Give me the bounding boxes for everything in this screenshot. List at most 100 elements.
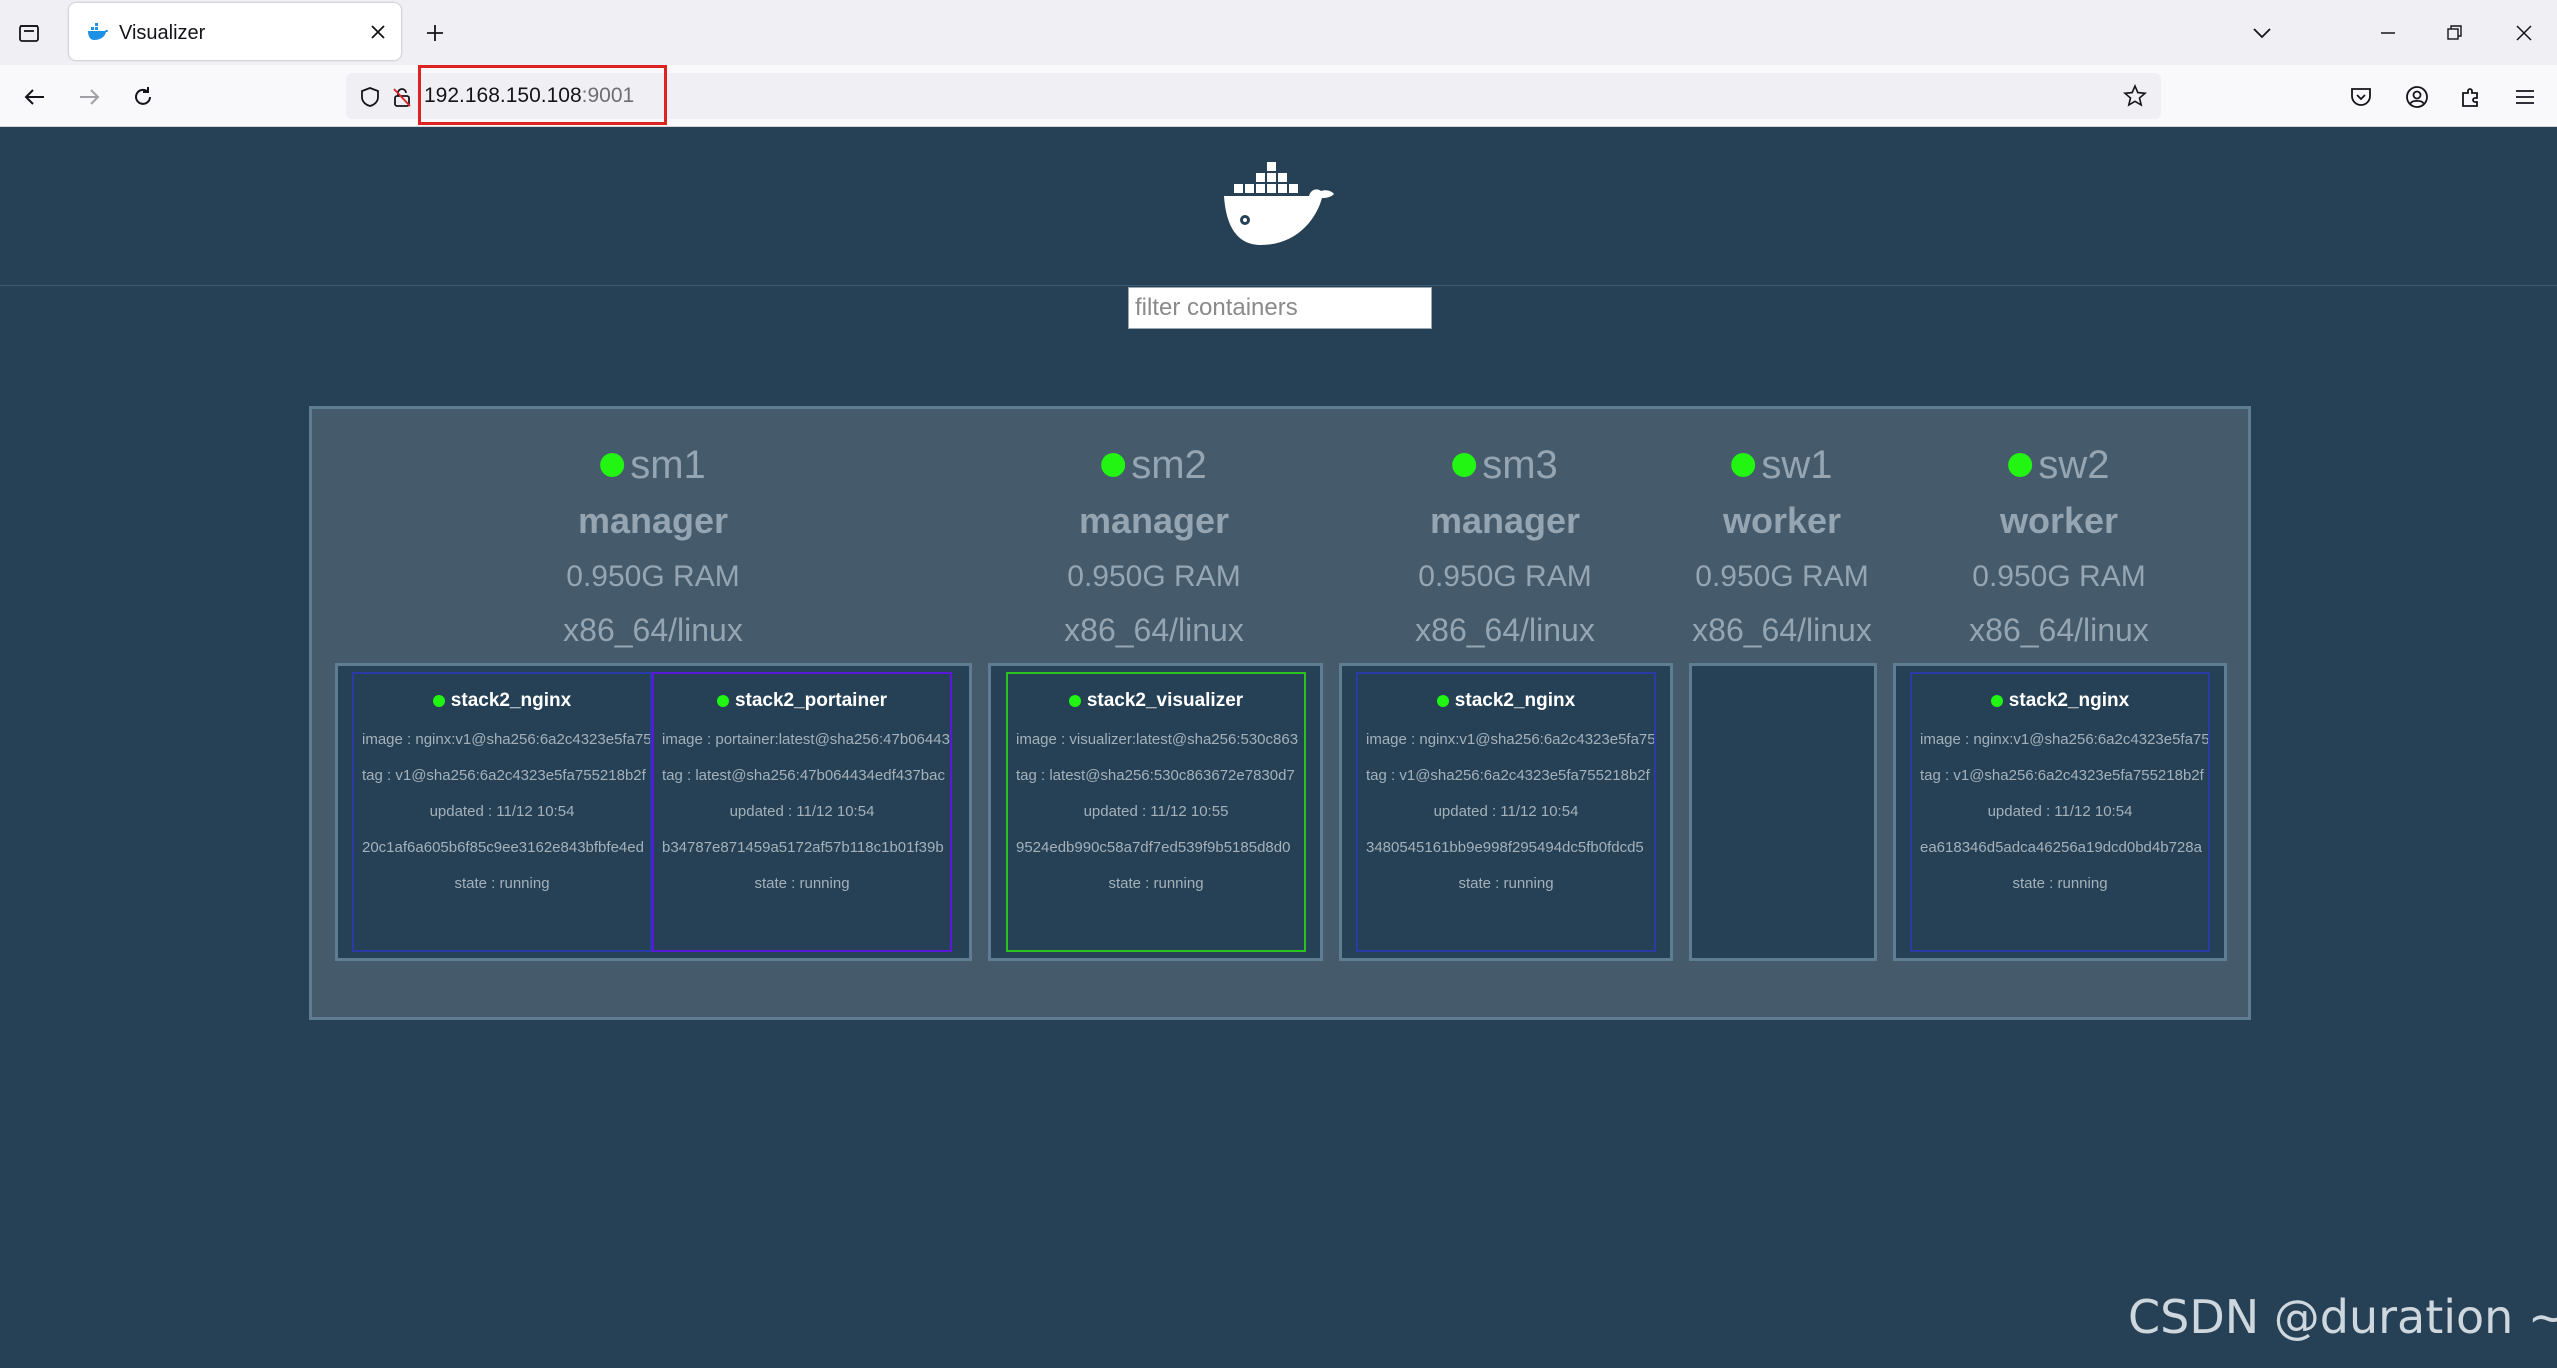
node-sm2-containers: stack2_visualizer image : visualizer:lat… bbox=[988, 663, 1323, 961]
hamburger-menu-icon bbox=[2516, 90, 2534, 104]
node-ram: 0.950G RAM bbox=[1695, 560, 1869, 593]
container-name: stack2_visualizer bbox=[1086, 690, 1244, 711]
node-sm1-containers: stack2_nginx image : nginx:v1@sha256:6a2… bbox=[335, 663, 972, 961]
restore-icon bbox=[2447, 25, 2462, 40]
node-sm3-header: sm3 manager 0.950G RAM x86_64/linux bbox=[1415, 439, 1595, 657]
container-title: stack2_visualizer bbox=[1008, 690, 1304, 712]
navigation-bar: 192.168.150.108:9001 bbox=[0, 65, 2557, 127]
tab-visualizer[interactable]: Visualizer bbox=[69, 3, 401, 60]
list-all-tabs-button[interactable] bbox=[2245, 16, 2279, 50]
arrow-right-icon bbox=[80, 89, 100, 105]
node-arch: x86_64/linux bbox=[1415, 612, 1595, 648]
container-tag: tag : latest@sha256:47b064434edf437bac bbox=[662, 767, 945, 784]
filter-containers-input[interactable] bbox=[1128, 287, 1432, 329]
new-tab-button[interactable] bbox=[420, 18, 450, 48]
container-name: stack2_nginx bbox=[450, 690, 572, 711]
node-status-dot bbox=[1101, 453, 1126, 477]
bookmark-button[interactable] bbox=[2119, 80, 2151, 112]
header-divider bbox=[0, 285, 2557, 286]
node-name: sm1 bbox=[563, 439, 743, 491]
container-status-dot bbox=[1436, 695, 1449, 707]
container-status-dot bbox=[1990, 695, 2003, 707]
minimize-button[interactable] bbox=[2371, 16, 2405, 50]
back-button[interactable] bbox=[18, 80, 52, 114]
cluster-panel: sm1 manager 0.950G RAM x86_64/linux sm2 … bbox=[309, 406, 2251, 1020]
url-text[interactable]: 192.168.150.108:9001 bbox=[424, 84, 634, 108]
container-status-dot bbox=[716, 695, 729, 707]
close-window-button[interactable] bbox=[2507, 16, 2541, 50]
container-updated: updated : 11/12 10:55 bbox=[1083, 803, 1229, 820]
container-tag: tag : latest@sha256:530c863672e7830d7 bbox=[1016, 767, 1295, 784]
plus-icon bbox=[427, 25, 443, 41]
node-arch: x86_64/linux bbox=[1969, 612, 2149, 648]
container-updated: updated : 11/12 10:54 bbox=[429, 803, 575, 820]
shield-icon bbox=[361, 87, 379, 107]
reload-button[interactable] bbox=[126, 80, 160, 114]
node-role: worker bbox=[1722, 500, 1842, 541]
tab-list-icon bbox=[19, 25, 39, 42]
node-sm1-header: sm1 manager 0.950G RAM x86_64/linux bbox=[563, 439, 743, 657]
container-image: image : nginx:v1@sha256:6a2c4323e5fa7552… bbox=[362, 731, 652, 748]
container-card-stack2-nginx[interactable]: stack2_nginx image : nginx:v1@sha256:6a2… bbox=[1910, 672, 2210, 952]
container-id: 9524edb990c58a7df7ed539f9b5185d8d0 bbox=[1016, 839, 1291, 856]
node-arch: x86_64/linux bbox=[563, 612, 743, 648]
container-title: stack2_nginx bbox=[1358, 690, 1654, 712]
node-status-dot bbox=[2008, 453, 2033, 477]
reload-icon bbox=[135, 87, 151, 105]
node-role: manager bbox=[1078, 500, 1230, 541]
container-status-dot bbox=[432, 695, 445, 707]
account-button[interactable] bbox=[2400, 80, 2434, 114]
tracking-protection-button[interactable] bbox=[358, 85, 382, 109]
node-sw1-header: sw1 worker 0.950G RAM x86_64/linux bbox=[1692, 439, 1872, 657]
url-bar[interactable]: 192.168.150.108:9001 bbox=[346, 73, 2161, 119]
container-name: stack2_nginx bbox=[1454, 690, 1576, 711]
tab-list-button[interactable] bbox=[14, 18, 44, 48]
visualizer-page: sm1 manager 0.950G RAM x86_64/linux sm2 … bbox=[0, 127, 2557, 1368]
container-title: stack2_nginx bbox=[354, 690, 650, 712]
node-name-label: sw2 bbox=[2038, 442, 2110, 487]
docker-logo-icon bbox=[1224, 162, 1334, 245]
tab-close-button[interactable] bbox=[367, 21, 389, 43]
container-state: state : running bbox=[2012, 875, 2108, 892]
menu-button[interactable] bbox=[2508, 80, 2542, 114]
node-name: sw1 bbox=[1692, 439, 1872, 491]
container-tag: tag : v1@sha256:6a2c4323e5fa755218b2f bbox=[1366, 767, 1650, 784]
extensions-button[interactable] bbox=[2454, 80, 2488, 114]
node-name-label: sm3 bbox=[1482, 442, 1558, 487]
container-state: state : running bbox=[1108, 875, 1204, 892]
node-name-label: sm1 bbox=[630, 442, 706, 487]
node-sw2-containers: stack2_nginx image : nginx:v1@sha256:6a2… bbox=[1893, 663, 2227, 961]
account-icon bbox=[2406, 86, 2428, 108]
chevron-down-icon bbox=[2253, 28, 2271, 39]
url-host: 192.168.150.108 bbox=[424, 84, 582, 107]
node-ram: 0.950G RAM bbox=[566, 560, 740, 593]
container-tag: tag : v1@sha256:6a2c4323e5fa755218b2f bbox=[362, 767, 646, 784]
container-updated: updated : 11/12 10:54 bbox=[1987, 803, 2133, 820]
container-card-stack2-visualizer[interactable]: stack2_visualizer image : visualizer:lat… bbox=[1006, 672, 1306, 952]
container-status-dot bbox=[1068, 695, 1081, 707]
container-id: 20c1af6a605b6f85c9ee3162e843bfbfe4ed bbox=[362, 839, 644, 856]
csdn-watermark: CSDN @duration ~ bbox=[2128, 1290, 2557, 1344]
restore-button[interactable] bbox=[2437, 16, 2471, 50]
container-card-stack2-portainer[interactable]: stack2_portainer image : portainer:lates… bbox=[652, 672, 952, 952]
unlocked-icon bbox=[393, 88, 411, 107]
node-sw2-header: sw2 worker 0.950G RAM x86_64/linux bbox=[1969, 439, 2149, 657]
node-status-dot bbox=[1731, 453, 1756, 477]
docker-favicon-icon bbox=[88, 23, 108, 40]
container-updated: updated : 11/12 10:54 bbox=[729, 803, 875, 820]
container-id: ea618346d5adca46256a19dcd0bd4b728a bbox=[1920, 839, 2202, 856]
node-role: manager bbox=[577, 500, 729, 541]
container-name: stack2_portainer bbox=[734, 690, 888, 711]
container-card-stack2-nginx[interactable]: stack2_nginx image : nginx:v1@sha256:6a2… bbox=[1356, 672, 1656, 952]
connection-insecure-button[interactable] bbox=[390, 85, 414, 109]
node-name-label: sw1 bbox=[1761, 442, 1833, 487]
container-card-stack2-nginx[interactable]: stack2_nginx image : nginx:v1@sha256:6a2… bbox=[352, 672, 652, 952]
forward-button[interactable] bbox=[72, 80, 106, 114]
tab-title: Visualizer bbox=[119, 22, 206, 44]
node-name: sm3 bbox=[1415, 439, 1595, 491]
node-ram: 0.950G RAM bbox=[1067, 560, 1241, 593]
node-role: worker bbox=[1999, 500, 2119, 541]
pocket-button[interactable] bbox=[2344, 80, 2378, 114]
tab-bar: Visualizer bbox=[0, 0, 2557, 65]
node-status-dot bbox=[600, 453, 625, 477]
